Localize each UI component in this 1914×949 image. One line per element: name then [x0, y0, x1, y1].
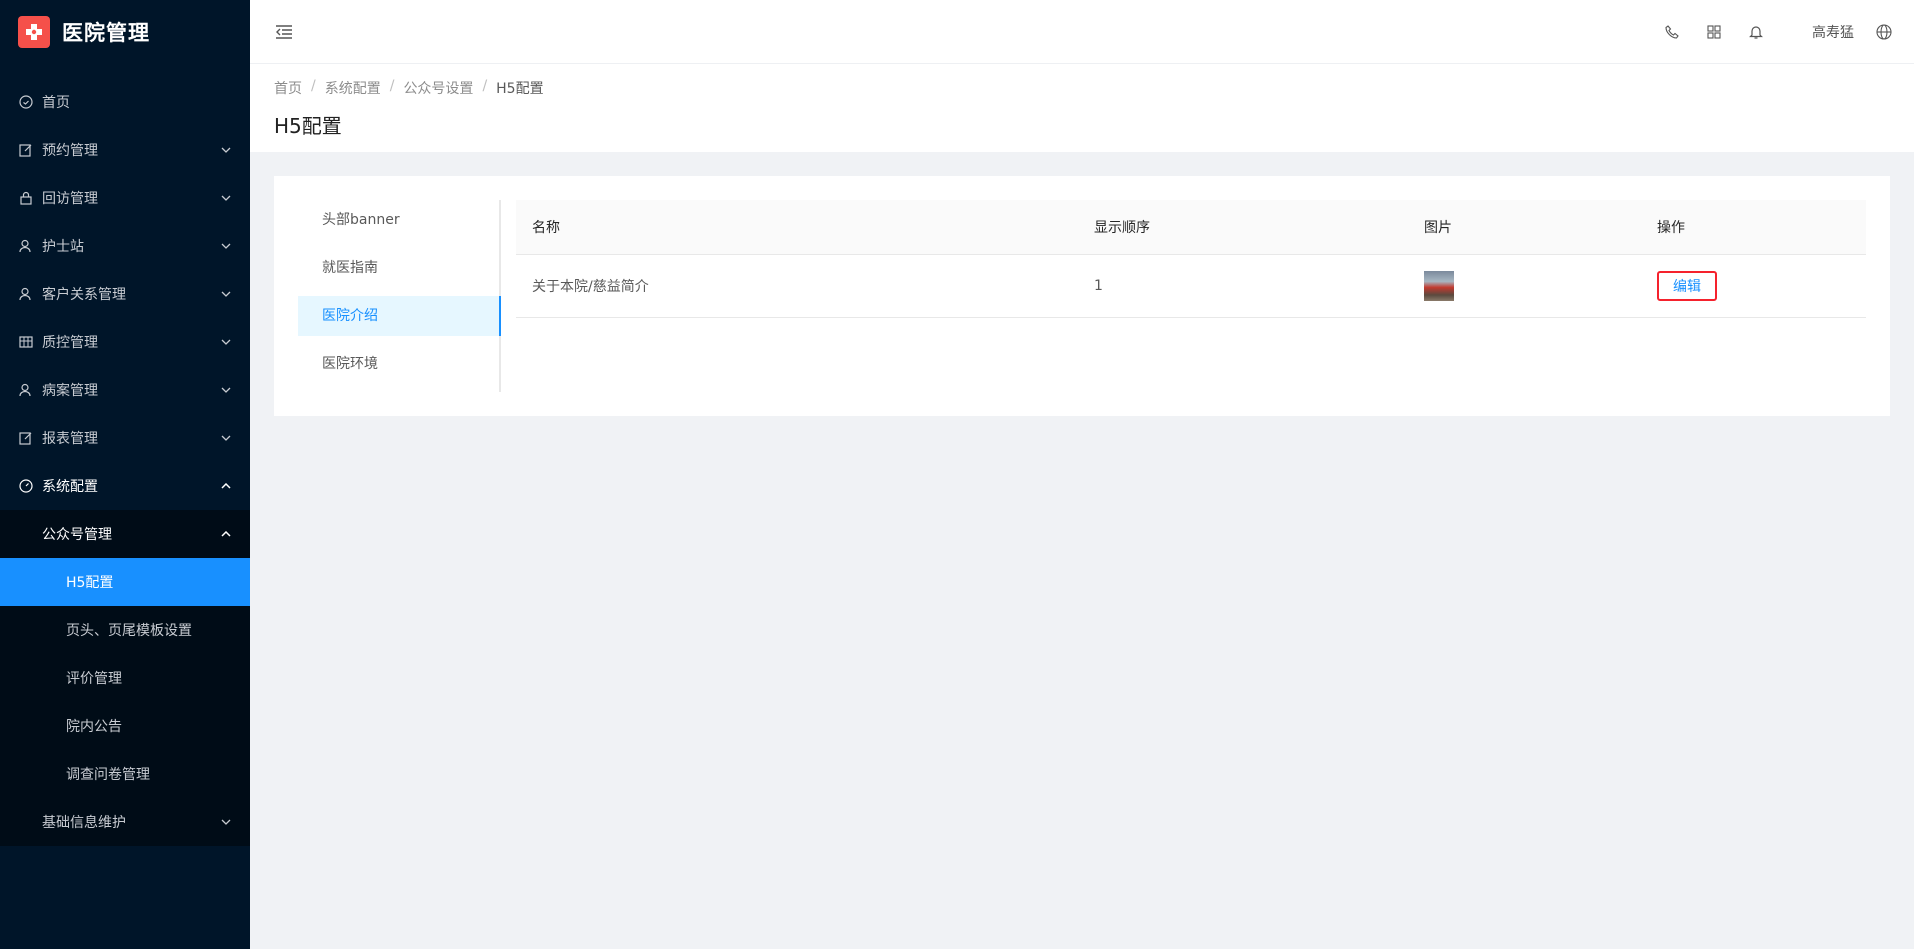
cell-image	[1408, 254, 1641, 318]
chevron-down-icon	[220, 816, 232, 828]
column-header-image: 图片	[1408, 200, 1641, 255]
edit-icon	[18, 430, 34, 446]
sidebar-item-medical-records[interactable]: 病案管理	[0, 366, 250, 414]
chevron-down-icon	[220, 192, 232, 204]
chevron-down-icon	[220, 432, 232, 444]
sidebar-item-announcements[interactable]: 院内公告	[0, 702, 250, 750]
tab-hospital-intro[interactable]: 医院介绍	[298, 296, 501, 336]
sidebar-item-label: 院内公告	[66, 719, 122, 735]
breadcrumb: 首页 / 系统配置 / 公众号设置 / H5配置	[274, 78, 1890, 98]
tab-hospital-environment[interactable]: 医院环境	[298, 344, 499, 384]
column-header-name: 名称	[516, 200, 1078, 255]
sidebar-item-appointment[interactable]: 预约管理	[0, 126, 250, 174]
table-area: 名称 显示顺序 图片 操作 关于本院/慈益简介 1 编辑	[516, 200, 1866, 392]
sidebar-item-label: 报表管理	[42, 431, 98, 447]
sidebar-item-followup[interactable]: 回访管理	[0, 174, 250, 222]
chevron-down-icon	[220, 288, 232, 300]
cell-action: 编辑	[1641, 254, 1866, 318]
table-row: 关于本院/慈益简介 1 编辑	[516, 254, 1866, 318]
cell-order: 1	[1078, 254, 1408, 318]
sidebar-item-label: 基础信息维护	[42, 815, 126, 831]
sidebar-item-label: 预约管理	[42, 143, 98, 159]
page-header: 首页 / 系统配置 / 公众号设置 / H5配置 H5配置	[250, 64, 1914, 152]
breadcrumb-item-system-config[interactable]: 系统配置	[325, 78, 381, 98]
breadcrumb-item-home[interactable]: 首页	[274, 78, 302, 98]
data-table: 名称 显示顺序 图片 操作 关于本院/慈益简介 1 编辑	[516, 200, 1866, 318]
sidebar-item-label: 系统配置	[42, 479, 98, 495]
sidebar-item-label: 护士站	[42, 239, 84, 255]
chevron-down-icon	[220, 144, 232, 156]
sidebar-item-label: 回访管理	[42, 191, 98, 207]
sidebar-item-review-management[interactable]: 评价管理	[0, 654, 250, 702]
edit-icon	[18, 142, 34, 158]
sidebar-item-label: 首页	[42, 95, 70, 111]
bell-icon[interactable]	[1746, 22, 1766, 42]
sidebar-item-label: 客户关系管理	[42, 287, 126, 303]
user-icon	[18, 238, 34, 254]
globe-icon[interactable]	[1874, 22, 1894, 42]
breadcrumb-separator: /	[482, 78, 488, 94]
sidebar-item-home[interactable]: 首页	[0, 78, 250, 126]
sidebar-menu: 首页 预约管理 回访管理 护士站 客户关系管理 质控管理 病案管理 报表管理 系…	[0, 78, 250, 846]
dashboard-gauge-icon	[18, 478, 34, 494]
sidebar-item-h5-config[interactable]: H5配置	[0, 558, 250, 606]
user-icon	[18, 286, 34, 302]
breadcrumb-separator: /	[389, 78, 395, 94]
wechat-submenu: H5配置 页头、页尾模板设置 评价管理 院内公告 调查问卷管理	[0, 558, 250, 798]
sidebar-item-system-config[interactable]: 系统配置	[0, 462, 250, 510]
chevron-down-icon	[220, 336, 232, 348]
phone-icon[interactable]	[1662, 22, 1682, 42]
cell-name: 关于本院/慈益简介	[516, 254, 1078, 318]
main-area: 高寿猛 首页 / 系统配置 / 公众号设置 / H5配置 H5配置 头部bann…	[250, 0, 1914, 949]
sidebar-item-label: 调查问卷管理	[66, 767, 150, 783]
column-header-action: 操作	[1641, 200, 1866, 255]
chevron-down-icon	[220, 384, 232, 396]
sidebar-item-label: H5配置	[66, 575, 114, 591]
sidebar-item-label: 质控管理	[42, 335, 98, 351]
sidebar-item-header-footer-template[interactable]: 页头、页尾模板设置	[0, 606, 250, 654]
sidebar-item-label: 病案管理	[42, 383, 98, 399]
lock-icon	[18, 190, 34, 206]
breadcrumb-item-wechat-settings[interactable]: 公众号设置	[403, 78, 473, 98]
content-wrapper: 头部banner 就医指南 医院介绍 医院环境 名称 显示顺序 图片 操作 关于…	[250, 152, 1914, 440]
sidebar-item-basic-info[interactable]: 基础信息维护	[0, 798, 250, 846]
breadcrumb-separator: /	[311, 78, 316, 94]
system-config-submenu: 公众号管理 H5配置 页头、页尾模板设置 评价管理 院内公告 调查问卷管理 基础…	[0, 510, 250, 846]
page-title: H5配置	[274, 114, 342, 138]
table-header-row: 名称 显示顺序 图片 操作	[516, 200, 1866, 255]
content-card: 头部banner 就医指南 医院介绍 医院环境 名称 显示顺序 图片 操作 关于…	[274, 176, 1890, 416]
column-header-order: 显示顺序	[1078, 200, 1408, 255]
sidebar-item-nurse-station[interactable]: 护士站	[0, 222, 250, 270]
logo[interactable]: 医院管理	[0, 0, 250, 64]
sidebar-item-reports[interactable]: 报表管理	[0, 414, 250, 462]
dashboard-icon	[18, 94, 34, 110]
menu-fold-icon[interactable]	[274, 22, 294, 42]
sidebar-item-survey-management[interactable]: 调查问卷管理	[0, 750, 250, 798]
edit-button[interactable]: 编辑	[1657, 270, 1717, 301]
chevron-up-icon	[220, 528, 232, 540]
hospital-thumbnail-image[interactable]	[1424, 270, 1454, 301]
tab-medical-guide[interactable]: 就医指南	[298, 248, 499, 288]
sidebar: 医院管理 首页 预约管理 回访管理 护士站 客户关系管理 质控管理 病案管理 报…	[0, 0, 250, 949]
table-icon	[18, 334, 34, 350]
apps-grid-icon[interactable]	[1704, 22, 1724, 42]
vertical-tabs: 头部banner 就医指南 医院介绍 医院环境	[298, 200, 501, 392]
user-icon	[18, 382, 34, 398]
sidebar-item-label: 页头、页尾模板设置	[66, 623, 192, 639]
tab-header-banner[interactable]: 头部banner	[298, 200, 499, 240]
app-root: 医院管理 首页 预约管理 回访管理 护士站 客户关系管理 质控管理 病案管理 报…	[0, 0, 1914, 949]
breadcrumb-item-current: H5配置	[496, 81, 544, 97]
sidebar-item-crm[interactable]: 客户关系管理	[0, 270, 250, 318]
sidebar-item-label: 评价管理	[66, 671, 122, 687]
sidebar-item-label: 公众号管理	[42, 527, 112, 543]
sidebar-item-quality-control[interactable]: 质控管理	[0, 318, 250, 366]
chevron-down-icon	[220, 240, 232, 252]
chevron-up-icon	[220, 480, 232, 492]
sidebar-item-wechat-management[interactable]: 公众号管理	[0, 510, 250, 558]
topbar: 高寿猛	[250, 0, 1914, 64]
user-name[interactable]: 高寿猛	[1812, 22, 1854, 42]
hospital-logo-icon	[18, 16, 50, 48]
app-title: 医院管理	[62, 21, 150, 45]
